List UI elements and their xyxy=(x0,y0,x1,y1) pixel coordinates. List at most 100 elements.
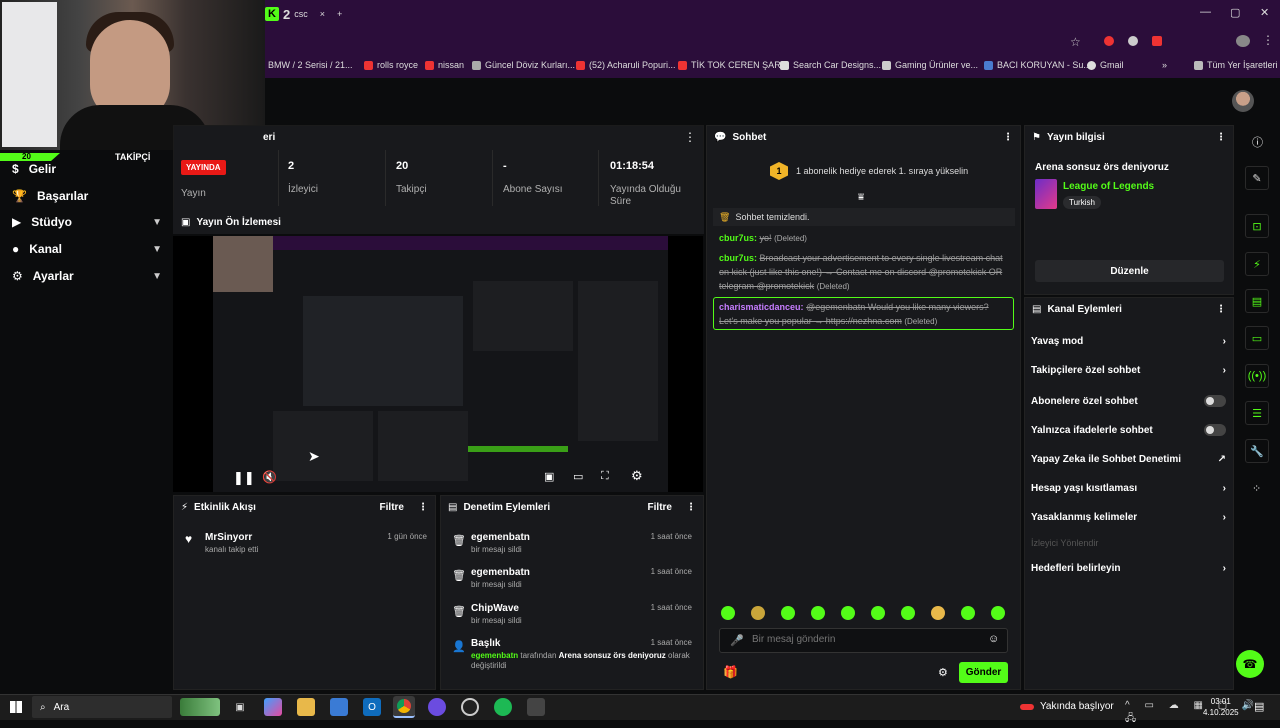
action-set-goals[interactable]: Hedefleri belirleyin › xyxy=(1031,563,1226,574)
clock[interactable]: 03:01 4.10.2025 xyxy=(1203,696,1239,718)
bookmark[interactable]: BMW / 2 Serisi / 21... xyxy=(268,60,353,70)
bookmark[interactable]: Gmail xyxy=(1087,60,1124,70)
store-icon[interactable] xyxy=(330,698,348,716)
copilot-icon[interactable] xyxy=(264,698,282,716)
chat-message[interactable]: charismaticdanceu: @egemenbatn Would you… xyxy=(719,300,1009,329)
sidebar-item-basarilar[interactable]: 🏆 Başarılar xyxy=(12,189,162,203)
more-bookmarks[interactable]: » xyxy=(1162,60,1167,70)
apps-icon[interactable]: ⁘ xyxy=(1252,482,1261,495)
more-icon[interactable]: ⋮ xyxy=(418,502,428,513)
bookmark[interactable]: Search Car Designs... xyxy=(780,60,881,70)
menu-icon[interactable]: ⋮ xyxy=(1262,33,1274,47)
send-button[interactable]: Gönder xyxy=(959,662,1008,683)
emote-icon[interactable] xyxy=(961,606,975,620)
stream-preview[interactable]: ❚❚ 🔇 ➤ ▣ ▭ ⛶ ⚙ xyxy=(173,236,703,492)
bookmark[interactable]: (52) Acharuli Popuri... xyxy=(576,60,676,70)
action-account-age[interactable]: Hesap yaşı kısıtlaması › xyxy=(1031,483,1226,494)
emoji-icon[interactable]: ☺ xyxy=(988,633,999,645)
emote-icon[interactable] xyxy=(901,606,915,620)
emotes-only-toggle[interactable] xyxy=(1204,424,1226,436)
mic-icon[interactable]: 🎤 xyxy=(730,634,744,647)
obs-icon[interactable] xyxy=(461,698,479,716)
weather-status[interactable]: Yakında başlıyor xyxy=(1020,701,1114,712)
fullscreen-icon[interactable]: ⛶ xyxy=(601,470,609,483)
theater-icon[interactable]: ▭ xyxy=(573,470,583,483)
all-bookmarks[interactable]: Tüm Yer İşaretleri xyxy=(1194,60,1278,70)
action-followers-only[interactable]: Takipçilere özel sohbet › xyxy=(1031,365,1226,376)
emote-icon[interactable] xyxy=(931,606,945,620)
gift-icon[interactable]: 🎁 xyxy=(723,665,738,679)
browser-tab[interactable]: K 2 csc × + xyxy=(265,4,345,24)
action-slow-mode[interactable]: Yavaş mod › xyxy=(1031,336,1226,347)
broadcast-icon[interactable]: ((•)) xyxy=(1245,364,1269,388)
star-icon[interactable]: ☆ xyxy=(1070,35,1081,49)
layers-icon[interactable]: ☰ xyxy=(1245,401,1269,425)
close-window-icon[interactable]: ✕ xyxy=(1260,6,1269,19)
pip-icon[interactable]: ▣ xyxy=(544,470,554,483)
bookmark[interactable]: rolls royce xyxy=(364,60,418,70)
sidebar-item-kanal[interactable]: ● Kanal ▼ xyxy=(12,242,162,256)
more-icon[interactable]: ⋮ xyxy=(1216,132,1226,143)
widget-icon[interactable] xyxy=(180,698,220,716)
new-tab-icon[interactable]: + xyxy=(337,9,342,19)
bookmark[interactable]: nissan xyxy=(425,60,464,70)
task-view-icon[interactable]: ▣ xyxy=(231,698,249,716)
subscribers-only-toggle[interactable] xyxy=(1204,395,1226,407)
emote-icon[interactable] xyxy=(751,606,765,620)
chrome-icon[interactable] xyxy=(393,696,415,718)
more-icon[interactable]: ⋮ xyxy=(1216,304,1226,315)
emote-icon[interactable] xyxy=(781,606,795,620)
pause-icon[interactable]: ❚❚ xyxy=(233,470,255,486)
more-icon[interactable]: ⋮ xyxy=(684,130,696,144)
chat-icon[interactable]: ▭ xyxy=(1245,326,1269,350)
edit-button[interactable]: Düzenle xyxy=(1035,260,1224,282)
wrench-icon[interactable]: 🔧 xyxy=(1245,439,1269,463)
emote-icon[interactable] xyxy=(871,606,885,620)
chat-input-box[interactable]: 🎤 ☺ xyxy=(719,628,1008,653)
emote-icon[interactable] xyxy=(841,606,855,620)
filter-button[interactable]: Filtre xyxy=(380,502,404,513)
bookmark[interactable]: TİK TOK CEREN ŞARKI xyxy=(678,60,789,70)
file-explorer-icon[interactable] xyxy=(297,698,315,716)
extension-icon[interactable] xyxy=(1104,36,1114,46)
notification-icon[interactable]: ▤ xyxy=(1254,700,1264,713)
close-icon[interactable]: × xyxy=(320,9,325,19)
profile-icon[interactable] xyxy=(1236,35,1250,47)
bookmark[interactable]: BACI KORUYAN - Su... xyxy=(984,60,1091,70)
action-ai-moderation[interactable]: Yapay Zeka ile Sohbet Denetimi ↗ xyxy=(1031,454,1226,465)
extension-icon[interactable] xyxy=(1152,36,1162,46)
pinned-icon[interactable]: ⩸ xyxy=(858,192,864,203)
taskbar-search[interactable]: ⌕ Ara xyxy=(32,696,172,718)
minimize-icon[interactable]: — xyxy=(1200,6,1211,18)
bolt-icon[interactable]: ⚡ xyxy=(1245,252,1269,276)
app-icon[interactable] xyxy=(527,698,545,716)
avatar[interactable] xyxy=(1232,90,1254,112)
browser-app-icon[interactable] xyxy=(428,698,446,716)
pencil-icon[interactable]: ✎ xyxy=(1245,166,1269,190)
info-icon[interactable]: ⓘ xyxy=(1252,134,1263,150)
emote-icon[interactable] xyxy=(811,606,825,620)
more-icon[interactable]: ⋮ xyxy=(686,502,696,513)
chat-message[interactable]: cbur7us: yo! (Deleted) xyxy=(719,231,1009,246)
settings-gear-icon[interactable]: ⚙ xyxy=(631,468,643,484)
gift-banner[interactable]: 1 1 abonelik hediye ederek 1. sıraya yük… xyxy=(770,162,968,180)
sidebar-item-ayarlar[interactable]: ⚙ Ayarlar ▼ xyxy=(12,269,162,283)
sidebar-item-studyo[interactable]: ▶ Stüdyo ▼ xyxy=(12,215,162,229)
maximize-icon[interactable]: ▢ xyxy=(1230,6,1240,19)
extension-icon[interactable] xyxy=(1128,36,1138,46)
emote-icon[interactable] xyxy=(721,606,735,620)
chat-input[interactable] xyxy=(752,634,982,645)
spotify-icon[interactable] xyxy=(494,698,512,716)
chat-message[interactable]: cbur7us: Broadcast your advertisement to… xyxy=(719,251,1009,294)
more-icon[interactable]: ⋮ xyxy=(1003,132,1013,143)
mute-icon[interactable]: 🔇 xyxy=(262,470,277,484)
category-link[interactable]: League of Legends xyxy=(1063,181,1154,192)
windows-start-icon[interactable] xyxy=(10,701,22,713)
document-icon[interactable]: ▤ xyxy=(1245,289,1269,313)
emote-icon[interactable] xyxy=(991,606,1005,620)
action-banned-words[interactable]: Yasaklanmış kelimeler › xyxy=(1031,512,1226,523)
outlook-icon[interactable]: O xyxy=(363,698,381,716)
chat-settings-icon[interactable]: ⚙ xyxy=(938,666,948,679)
bookmark[interactable]: Gaming Ürünler ve... xyxy=(882,60,978,70)
target-icon[interactable]: ⊡ xyxy=(1245,214,1269,238)
